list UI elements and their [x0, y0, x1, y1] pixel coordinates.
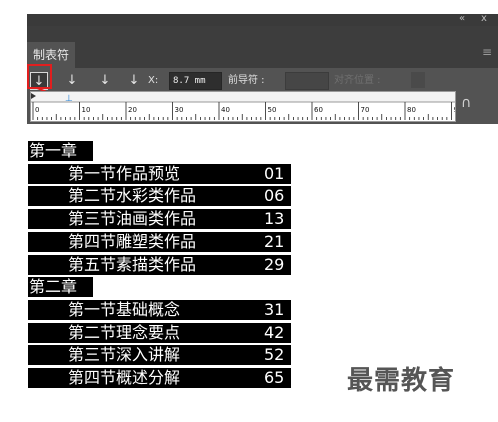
x-position-input[interactable]: 8.7 mm [169, 72, 222, 90]
toc-section-title: 第四节雕塑类作品 [68, 231, 197, 251]
ruler-label: 20 [128, 106, 137, 114]
toc-page-number: 13 [264, 209, 285, 229]
ruler-label: 10 [82, 106, 91, 114]
magnet-icon[interactable]: ∩ [461, 96, 471, 110]
toc-section: 第四节雕塑类作品 21 [28, 231, 291, 252]
ruler-label: 80 [407, 106, 416, 114]
ruler-label: 60 [314, 106, 323, 114]
toc-section-title: 第二节理念要点 [68, 322, 181, 342]
toc-page-number: 52 [264, 345, 285, 365]
toc-section: 第一节作品预览 01 [28, 163, 291, 184]
panel-tab-row: 制表符 ≡ [27, 26, 498, 68]
toc-page-number: 31 [264, 299, 285, 319]
align-on-input[interactable] [411, 72, 425, 88]
toc-section-title: 第二节水彩类作品 [68, 186, 197, 206]
ruler-label: 30 [175, 106, 184, 114]
toc-page-number: 21 [264, 231, 285, 251]
toc-section: 第五节素描类作品 29 [28, 254, 291, 275]
collapse-icon[interactable]: « [459, 14, 465, 26]
right-tab-icon: ↓ [99, 73, 111, 88]
toc-section: 第三节油画类作品 13 [28, 209, 291, 230]
ruler-label: 9 [454, 106, 457, 114]
ruler-label: 70 [361, 106, 370, 114]
watermark: 最需教育 [347, 366, 456, 396]
ruler-tab-strip [31, 92, 455, 102]
toc-section: 第一节基础概念 31 [28, 299, 291, 320]
toc-section-title: 第四节概述分解 [68, 368, 181, 387]
toc-section-title: 第三节深入讲解 [68, 345, 181, 365]
toc-section: 第二节水彩类作品 06 [28, 186, 291, 207]
toc-section: 第三节深入讲解 52 [28, 345, 291, 366]
align-decimal-tab-button[interactable]: ↓ [125, 72, 143, 90]
x-label: X: [148, 75, 159, 86]
panel-menu-icon[interactable]: ≡ [482, 46, 492, 58]
align-on-label: 对齐位置 : [334, 75, 381, 86]
leader-label: 前导符 : [228, 75, 265, 86]
tab-stop-marker-icon[interactable]: ⊥ [65, 94, 73, 104]
toc-section-title: 第五节素描类作品 [68, 254, 197, 274]
decimal-tab-icon: ↓ [128, 73, 140, 88]
close-icon[interactable]: x [481, 14, 487, 26]
ruler-scale: 0 10 20 30 40 50 60 70 80 9 ⊥ [31, 92, 457, 120]
ruler-label: 40 [221, 106, 230, 114]
toc-section: 第二节理念要点 42 [28, 322, 291, 343]
ruler-label: 50 [268, 106, 277, 114]
toc-section: 第四节概述分解 65 [28, 368, 291, 388]
tab-ruler[interactable]: 0 10 20 30 40 50 60 70 80 9 ⊥ [30, 91, 456, 122]
toc-page-number: 29 [264, 254, 285, 274]
toc-section-title: 第一节作品预览 [68, 163, 181, 183]
toc-chapter: 第二章 [28, 277, 93, 298]
panel-titlebar: « x [27, 14, 498, 26]
toc-section-title: 第一节基础概念 [68, 299, 181, 319]
toc-page-number: 65 [264, 368, 285, 387]
toc-section-title: 第三节油画类作品 [68, 209, 197, 229]
toc-page-number: 42 [264, 322, 285, 342]
toc-page-number: 06 [264, 186, 285, 206]
ruler-label: 0 [35, 106, 39, 114]
toc-page-number: 01 [264, 163, 285, 183]
leader-input[interactable] [285, 72, 329, 90]
right-justified-tab-button[interactable]: ↓ [96, 72, 114, 90]
toc-chapter: 第一章 [28, 141, 93, 161]
